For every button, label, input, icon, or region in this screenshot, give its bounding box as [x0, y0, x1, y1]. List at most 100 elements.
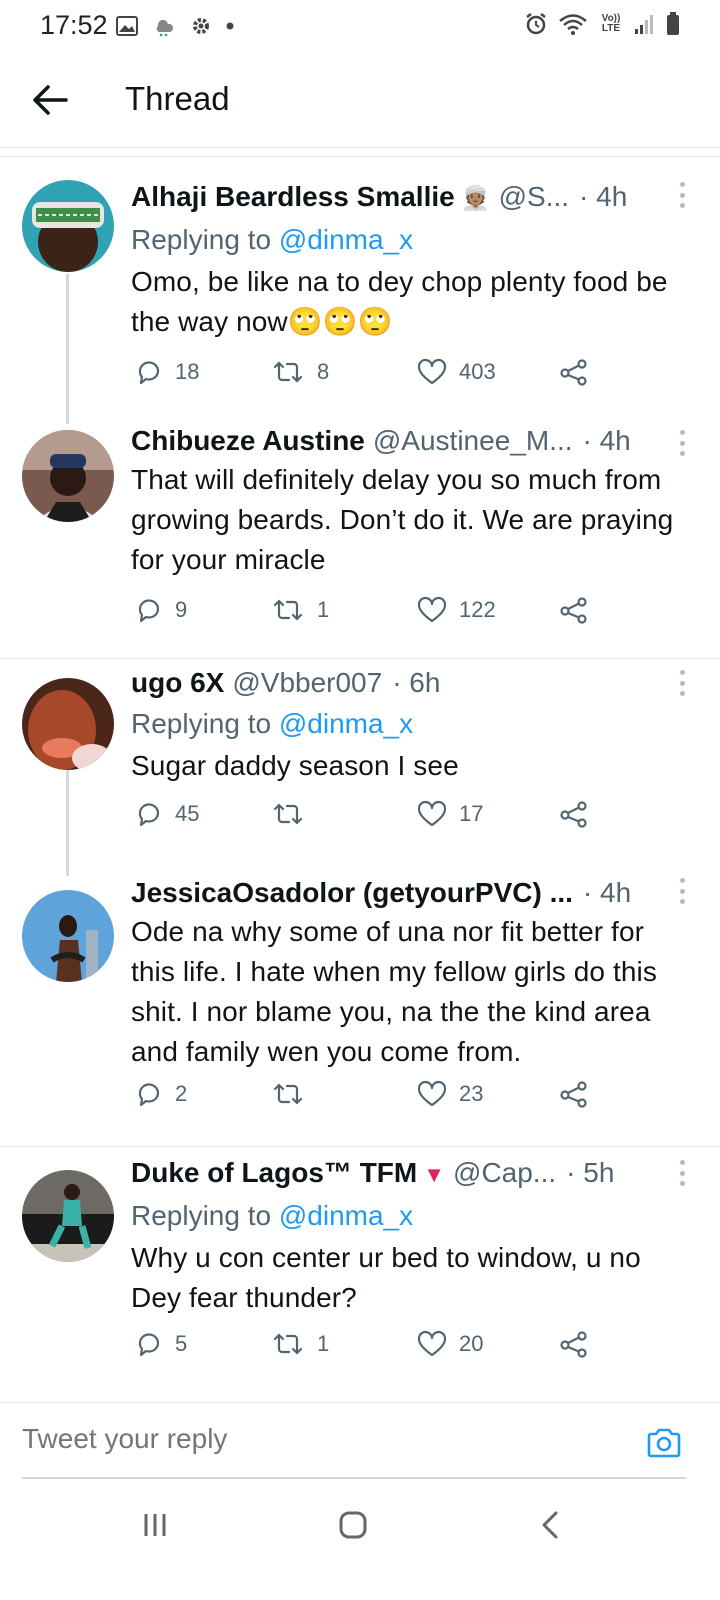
- retweet-icon: [273, 803, 303, 825]
- user-handle[interactable]: @Austinee_M...: [373, 424, 573, 458]
- reply-button[interactable]: 45: [135, 800, 199, 828]
- heart-icon: [417, 1330, 447, 1357]
- retweet-count: 1: [317, 597, 330, 622]
- timestamp[interactable]: · 4h: [579, 180, 627, 214]
- tweet-actions: 2 23: [131, 1080, 601, 1112]
- thread-line: [66, 770, 69, 876]
- retweet-button[interactable]: 8: [271, 358, 329, 386]
- more-options-icon[interactable]: [678, 182, 686, 208]
- like-button[interactable]: 23: [417, 1080, 483, 1108]
- top-app-bar: Thread: [0, 52, 720, 148]
- network-type-label: Vo)) LTE: [601, 13, 621, 34]
- tweet-item[interactable]: Duke of Lagos™ TFM ▼ @Cap... · 5h Replyi…: [0, 1156, 720, 1386]
- emoji-badge: 👳🏽: [460, 185, 491, 212]
- user-handle[interactable]: @Vbber007: [232, 666, 382, 700]
- heart-icon: [417, 596, 447, 623]
- user-handle[interactable]: @S...: [499, 180, 569, 214]
- recent-apps-icon[interactable]: [142, 1512, 168, 1538]
- more-options-icon[interactable]: [678, 430, 686, 456]
- retweet-button[interactable]: 1: [271, 1330, 329, 1358]
- retweet-count: 1: [317, 1331, 330, 1356]
- tweet-item[interactable]: ugo 6X @Vbber007 · 6h Replying to @dinma…: [0, 666, 720, 876]
- more-options-icon[interactable]: [678, 670, 686, 696]
- display-name[interactable]: Alhaji Beardless Smallie: [131, 180, 455, 214]
- user-handle[interactable]: @Cap...: [453, 1156, 556, 1190]
- divider: [0, 1146, 720, 1147]
- retweet-button[interactable]: 1: [271, 596, 329, 624]
- reply-button[interactable]: 2: [135, 1080, 187, 1108]
- share-icon: [560, 359, 587, 386]
- divider: [0, 658, 720, 659]
- share-button[interactable]: [559, 596, 589, 624]
- timestamp[interactable]: · 4h: [583, 876, 631, 910]
- thread-line: [66, 274, 69, 424]
- reply-icon: [138, 599, 160, 623]
- mention-link[interactable]: @dinma_x: [279, 224, 413, 255]
- like-button[interactable]: 403: [417, 358, 496, 386]
- retweet-button[interactable]: [271, 800, 317, 828]
- system-back-icon[interactable]: [540, 1510, 560, 1540]
- tweet-text: Why u con center ur bed to window, u no …: [131, 1242, 641, 1313]
- avatar[interactable]: [22, 1170, 114, 1262]
- avatar[interactable]: [22, 430, 114, 522]
- tweet-actions: 45 17: [131, 800, 601, 832]
- display-name[interactable]: Duke of Lagos™ TFM: [131, 1156, 417, 1190]
- alarm-icon: [526, 13, 546, 35]
- like-count: 23: [459, 1081, 484, 1106]
- like-count: 122: [459, 597, 496, 622]
- notification-dot-icon: [226, 22, 234, 30]
- replying-to: Replying to @dinma_x: [131, 224, 414, 255]
- tweet-text: Sugar daddy season I see: [131, 750, 459, 781]
- camera-icon[interactable]: [646, 1427, 682, 1459]
- display-name[interactable]: ugo 6X: [131, 666, 224, 700]
- more-options-icon[interactable]: [678, 878, 686, 904]
- more-options-icon[interactable]: [678, 1160, 686, 1186]
- tweet-item[interactable]: Alhaji Beardless Smallie 👳🏽 @S... · 4h R…: [0, 170, 720, 424]
- mention-link[interactable]: @dinma_x: [279, 708, 413, 739]
- reply-input[interactable]: [22, 1423, 582, 1455]
- tweet-actions: 18 8 403: [131, 358, 601, 390]
- share-button[interactable]: [559, 1330, 589, 1358]
- like-button[interactable]: 20: [417, 1330, 483, 1358]
- share-icon: [560, 597, 587, 624]
- reply-button[interactable]: 9: [135, 596, 187, 624]
- input-underline: [22, 1477, 686, 1479]
- tweet-actions: 5 1 20: [131, 1330, 601, 1362]
- tweet-item[interactable]: JessicaOsadolor (getyourPVC) ... · 4h Od…: [0, 876, 720, 1140]
- tweet-item[interactable]: Chibueze Austine @Austinee_M... · 4h Tha…: [0, 424, 720, 644]
- mention-link[interactable]: @dinma_x: [279, 1200, 413, 1231]
- timestamp[interactable]: · 4h: [583, 424, 631, 458]
- timestamp[interactable]: · 6h: [392, 666, 440, 700]
- heart-icon: [417, 800, 447, 827]
- display-name[interactable]: Chibueze Austine: [131, 424, 365, 458]
- reply-button[interactable]: 5: [135, 1330, 187, 1358]
- like-button[interactable]: 17: [417, 800, 483, 828]
- heart-icon: [417, 358, 447, 385]
- settings-gear-icon: [193, 18, 209, 34]
- signal-icon: [635, 15, 653, 34]
- reply-composer: [0, 1402, 720, 1482]
- share-button[interactable]: [559, 358, 589, 386]
- retweet-button[interactable]: [271, 1080, 317, 1108]
- tweet-text: That will definitely delay you so much f…: [131, 464, 674, 575]
- reply-count: 9: [175, 597, 188, 622]
- avatar[interactable]: [22, 890, 114, 982]
- home-icon[interactable]: [339, 1511, 367, 1539]
- share-icon: [560, 1081, 587, 1108]
- timestamp[interactable]: · 5h: [566, 1156, 614, 1190]
- reply-count: 45: [175, 801, 200, 826]
- back-arrow-icon[interactable]: [30, 82, 70, 118]
- like-button[interactable]: 122: [417, 596, 496, 624]
- avatar[interactable]: [22, 180, 114, 272]
- display-name[interactable]: JessicaOsadolor (getyourPVC) ...: [131, 876, 573, 910]
- avatar[interactable]: [22, 678, 114, 770]
- retweet-icon: [273, 361, 303, 383]
- weather-icon: [156, 19, 174, 37]
- wifi-icon: [559, 14, 587, 35]
- share-button[interactable]: [559, 1080, 589, 1108]
- like-count: 17: [459, 801, 484, 826]
- reply-button[interactable]: 18: [135, 358, 199, 386]
- tweet-text: Omo, be like na to dey chop plenty food …: [131, 266, 668, 337]
- share-button[interactable]: [559, 800, 589, 828]
- replying-to: Replying to @dinma_x: [131, 1200, 414, 1231]
